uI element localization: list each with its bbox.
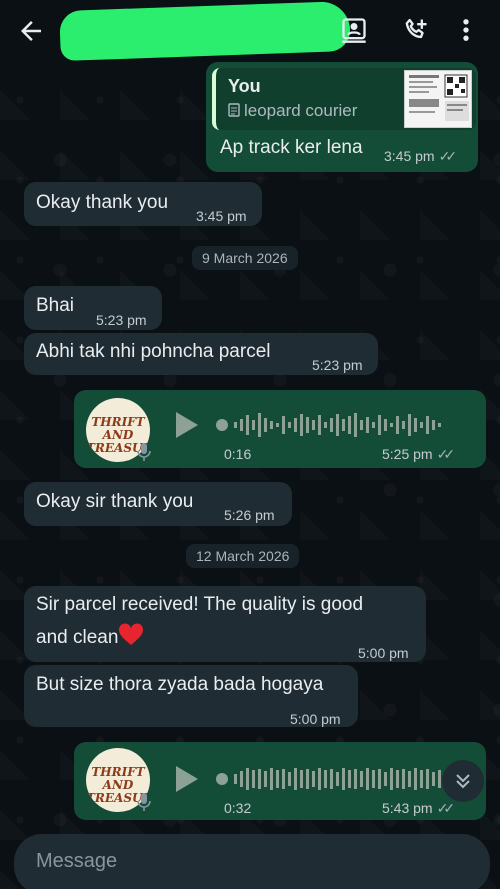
date-separator: 9 March 2026	[192, 246, 298, 270]
quoted-document-name: leopard courier	[244, 101, 358, 120]
double-chevron-down-icon	[456, 774, 470, 789]
message-time: 5:25 pm ✓✓	[382, 446, 456, 463]
audio-waveform[interactable]	[214, 764, 454, 794]
message-time: 5:00 pm	[358, 645, 409, 661]
quoted-author: You	[228, 76, 261, 96]
chat-header	[0, 0, 500, 62]
read-ticks-icon: ✓✓	[436, 800, 456, 816]
document-thumbnail	[404, 70, 472, 128]
scroll-to-bottom-button[interactable]	[442, 760, 484, 802]
play-icon[interactable]	[174, 764, 200, 794]
message-text: But size thora zyada bada hogaya	[36, 674, 324, 695]
quoted-document: leopard courier	[228, 101, 357, 121]
message-time: 5:23 pm	[312, 357, 363, 373]
courier-receipt-image	[409, 74, 469, 121]
avatar-text-line: THRIFT AND	[91, 765, 145, 792]
message-time: 5:23 pm	[96, 312, 147, 328]
message-time: 5:26 pm	[224, 507, 275, 523]
arrow-left-icon[interactable]	[16, 16, 46, 46]
message-text: Okay thank you	[36, 192, 169, 213]
avatar-text-line: THRIFT AND	[91, 415, 145, 442]
audio-waveform[interactable]	[214, 410, 454, 440]
message-time: 5:43 pm ✓✓	[382, 800, 456, 817]
message-composer[interactable]	[14, 834, 490, 889]
redacted-contact-name[interactable]	[59, 0, 351, 62]
voice-message[interactable]: THRIFT AND TREASURE 0:16 5:25 pm✓✓	[74, 390, 486, 468]
incoming-message[interactable]: But size thora zyada bada hogaya 5:00 pm	[24, 665, 358, 727]
incoming-message[interactable]: Okay thank you 3:45 pm	[24, 182, 262, 226]
microphone-icon	[137, 793, 151, 811]
incoming-message[interactable]: Okay sir thank you 5:26 pm	[24, 482, 292, 526]
voice-duration: 0:32	[224, 800, 252, 816]
voice-duration: 0:16	[224, 446, 252, 462]
message-input[interactable]	[36, 846, 456, 876]
message-text: Ap track ker lena	[220, 137, 363, 158]
date-separator: 12 March 2026	[186, 544, 300, 568]
more-vert-icon[interactable]	[458, 16, 474, 44]
message-text: Abhi tak nhi pohncha parcel	[36, 341, 271, 362]
time-label: 5:43 pm	[382, 800, 433, 816]
message-text: Okay sir thank you	[36, 491, 194, 512]
microphone-icon	[137, 443, 151, 461]
red-heart-icon	[119, 623, 144, 645]
voice-message[interactable]: THRIFT AND TREASURE 0:32 5:43 pm✓✓	[74, 742, 486, 820]
message-text: Sir parcel received! The quality is good	[36, 594, 364, 615]
time-label: 5:25 pm	[382, 446, 433, 462]
message-time: 5:00 pm	[290, 711, 341, 727]
message-time: 3:45 pm ✓✓	[384, 148, 458, 165]
read-ticks-icon: ✓✓	[438, 148, 458, 164]
read-ticks-icon: ✓✓	[436, 446, 456, 462]
incoming-message[interactable]: Sir parcel received! The quality is good…	[24, 586, 426, 662]
message-time: 3:45 pm	[196, 208, 247, 224]
message-text: and clean	[36, 627, 119, 648]
document-icon	[228, 103, 240, 117]
play-icon[interactable]	[174, 410, 200, 440]
quoted-message[interactable]: You leopard courier	[212, 68, 476, 130]
message-text: Bhai	[36, 295, 75, 316]
add-call-icon[interactable]	[402, 16, 430, 44]
time-label: 3:45 pm	[384, 148, 435, 164]
incoming-message[interactable]: Abhi tak nhi pohncha parcel 5:23 pm	[24, 333, 378, 375]
contact-card-icon[interactable]	[340, 16, 368, 44]
incoming-message[interactable]: Bhai 5:23 pm	[24, 286, 162, 330]
